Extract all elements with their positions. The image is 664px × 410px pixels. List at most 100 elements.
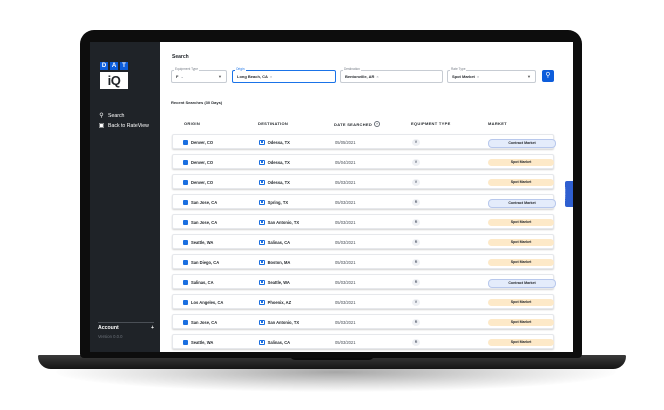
market-badge: Spot Market (488, 338, 554, 346)
header-label: MARKET (488, 121, 507, 126)
date-cell: 05/03/2021 (335, 240, 356, 245)
date-cell: 05/04/2021 (335, 160, 356, 165)
table-row[interactable]: San Jose, CA Spring, TX 05/03/2021 R Contrac… (172, 194, 556, 209)
destination-text: Odessa, TX (267, 139, 290, 145)
version-label: Version 0.0.0 (98, 334, 123, 339)
sidebar-item-label: Back to RateView (108, 122, 149, 129)
market-badge: Spot Market (488, 178, 554, 186)
origin-cell: Los Angeles, CA (183, 299, 223, 305)
origin-pin-icon (183, 299, 188, 305)
date-cell: 05/03/2021 (335, 180, 356, 185)
field-value: Bentonville, AR × (345, 74, 379, 79)
destination-pin-icon (259, 279, 265, 286)
date-text: 05/04/2021 (335, 159, 356, 165)
add-account-button[interactable]: + (151, 325, 154, 331)
help-icon[interactable]: ? (374, 121, 381, 127)
destination-text: Phoenix, AZ (267, 299, 292, 305)
destination-input[interactable]: Destination Bentonville, AR × (340, 67, 443, 83)
column-header-equipment: EQUIPMENT TYPE (411, 121, 451, 126)
dat-iq-logo[interactable]: D A T iQ (100, 62, 128, 89)
destination-pin-icon (259, 299, 265, 306)
logo-dat: D A T (100, 62, 128, 70)
close-icon[interactable]: × (270, 74, 272, 79)
destination-pin-icon (259, 239, 265, 246)
origin-cell: San Diego, CA (183, 259, 219, 265)
equipment-badge: V (412, 178, 420, 186)
destination-pin-icon (259, 319, 265, 326)
feedback-label: Feedback (562, 187, 567, 201)
search-icon: ⚲ (99, 113, 104, 119)
origin-cell: Seattle, WA (183, 339, 213, 345)
destination-text: Salinas, CA (267, 339, 291, 345)
table-row[interactable]: Los Angeles, CA Phoenix, AZ 05/03/2021 V Spo… (172, 294, 554, 309)
origin-cell: Seattle, WA (183, 239, 214, 245)
sidebar-item-back-to-rateview[interactable]: ▣ Back to RateView (98, 122, 149, 130)
equipment-badge: R (412, 258, 420, 266)
origin-cell: Denver, CO (183, 159, 214, 165)
table-row[interactable]: Salinas, CA Seattle, WA 05/03/2021 R Contrac… (172, 274, 556, 289)
market-badge: Spot Market (488, 218, 554, 226)
date-cell: 05/03/2021 (335, 340, 356, 345)
equipment-badge: R (412, 238, 420, 246)
date-cell: 05/03/2021 (335, 200, 356, 205)
sidebar-item-search[interactable]: ⚲ Search (98, 112, 124, 120)
equipment-badge: R (412, 198, 420, 206)
chevron-down-icon: ⌄ (180, 74, 184, 79)
destination-cell: Odessa, TX (259, 159, 290, 166)
origin-text: San Jose, CA (191, 199, 218, 205)
market-badge: Spot Market (488, 298, 554, 306)
table-row[interactable]: Denver, CO Odessa, TX 05/04/2021 V Spot Mark… (172, 154, 554, 169)
destination-pin-icon (259, 199, 265, 206)
origin-text: Seattle, WA (191, 239, 214, 245)
header-label: ORIGIN (184, 121, 201, 126)
date-text: 05/03/2021 (335, 199, 356, 205)
market-badge: Spot Market (488, 258, 554, 266)
table-row[interactable]: Denver, CO Odessa, TX 05/03/2021 V Spot Mark… (172, 174, 554, 189)
origin-text: Denver, CO (191, 139, 214, 145)
table-row[interactable]: Seattle, WA Salinas, CA 05/03/2021 R Spot Ma… (172, 334, 554, 349)
equipment-type-select[interactable]: Equipment Type F ⌄ ▼ (171, 67, 227, 83)
feedback-tab[interactable]: Feedback (562, 181, 573, 207)
equipment-badge: R (412, 318, 420, 326)
origin-text: Salinas, CA (191, 279, 214, 285)
account-row[interactable]: Account + (98, 325, 154, 331)
table-row[interactable]: Seattle, WA Salinas, CA 05/03/2021 R Spot Ma… (172, 234, 554, 249)
origin-pin-icon (183, 239, 188, 245)
date-cell: 05/03/2021 (335, 280, 356, 285)
equipment-badge: V (412, 298, 420, 306)
date-text: 05/03/2021 (335, 179, 356, 185)
recent-searches-title: Recent Searches (30 Days) (171, 100, 223, 105)
market-badge: Contract Market (488, 198, 556, 208)
table-row[interactable]: San Jose, CA San Antonio, TX 05/03/2021 R Sp… (172, 214, 554, 229)
sidebar: D A T iQ ⚲ Search ▣ Back to RateView Acc… (90, 42, 160, 352)
table-row[interactable]: San Jose, CA San Antonio, TX 05/03/2021 R Sp… (172, 314, 554, 329)
destination-cell: San Antonio, TX (259, 319, 300, 326)
destination-text: San Antonio, TX (267, 319, 300, 325)
origin-chip: Long Beach, CA (237, 74, 268, 79)
origin-input[interactable]: Origin Long Beach, CA × (232, 67, 336, 83)
rate-type-select[interactable]: Rate Type Spot Market × ▼ (447, 67, 536, 83)
app-screen: D A T iQ ⚲ Search ▣ Back to RateView Acc… (90, 42, 573, 352)
close-icon[interactable]: × (376, 74, 378, 79)
logo-letter: A (110, 62, 118, 70)
header-label: DESTINATION (258, 121, 289, 126)
logo-letter: T (120, 62, 128, 70)
field-label: Destination (343, 67, 361, 71)
search-button[interactable]: ⚲ (542, 70, 554, 82)
origin-cell: Salinas, CA (183, 279, 214, 285)
origin-cell: San Jose, CA (183, 219, 217, 225)
close-icon[interactable]: × (477, 74, 479, 79)
destination-cell: Boston, MA (259, 259, 290, 266)
rate-type-chip: Spot Market (452, 74, 475, 79)
table-row[interactable]: Denver, CO Odessa, TX 05/05/2021 V Contract … (172, 134, 556, 149)
table-row[interactable]: San Diego, CA Boston, MA 05/03/2021 R Spot M… (172, 254, 554, 269)
date-cell: 05/03/2021 (335, 320, 356, 325)
market-badge: Contract Market (488, 278, 556, 288)
date-cell: 05/05/2021 (335, 140, 356, 145)
destination-text: Spring, TX (267, 199, 289, 205)
origin-pin-icon (183, 319, 188, 325)
date-text: 05/03/2021 (335, 319, 356, 325)
date-text: 05/03/2021 (335, 339, 356, 345)
origin-text: Denver, CO (191, 159, 214, 165)
divider (98, 322, 154, 323)
